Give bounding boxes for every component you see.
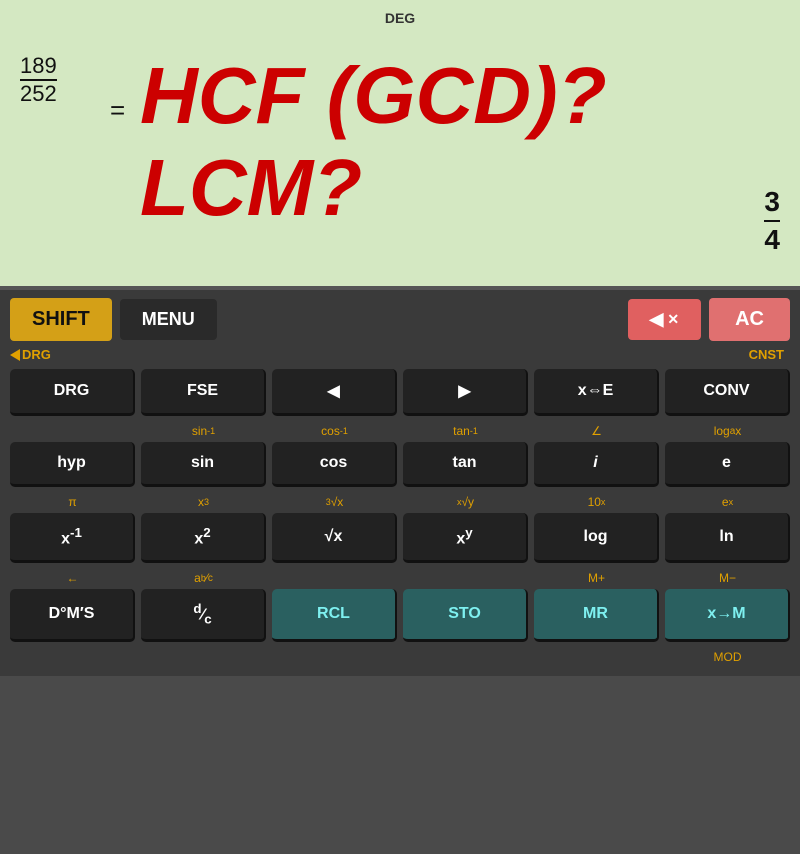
top-button-row: SHIFT MENU ◀ ✕ AC — [10, 298, 790, 341]
xtom-button[interactable]: x→M — [665, 589, 790, 642]
right-arrow-button[interactable]: ▶ — [403, 369, 528, 416]
cos-button[interactable]: cos — [272, 442, 397, 487]
calculator-display: DEG 189 252 = HCF (GCD)? LCM? 3 4 — [0, 0, 800, 290]
sublabel-empty-1 — [10, 422, 135, 440]
sublabel-empty-3 — [403, 569, 528, 587]
sqrt-button[interactable]: √x — [272, 513, 397, 563]
sublabel-empty-2 — [272, 569, 397, 587]
backspace-button[interactable]: ◀ ✕ — [628, 299, 702, 340]
button-row-4: D°M′S d⁄c RCL STO MR x→M — [10, 589, 790, 642]
sin-button[interactable]: sin — [141, 442, 266, 487]
ac-button[interactable]: AC — [709, 298, 790, 341]
main-text-line2: LCM? — [140, 142, 720, 234]
sublabel-row-2: sin-1 cos-1 tan-1 ∠ loga x — [10, 422, 790, 440]
ln-button[interactable]: ln — [665, 513, 790, 563]
corner-fraction-bottom: 4 — [764, 224, 780, 256]
button-row-3: x-1 x2 √x xy log ln — [10, 513, 790, 563]
left-arrow-button[interactable]: ◀ — [272, 369, 397, 416]
fraction-numerator: 189 — [20, 55, 57, 77]
cnst-sub-label: CNST — [749, 347, 784, 362]
sublabel-tan-inv: tan-1 — [403, 422, 528, 440]
sublabel-b5-5 — [534, 648, 659, 666]
menu-button[interactable]: MENU — [120, 299, 217, 340]
fraction-display: 189 252 — [20, 55, 57, 105]
sublabel-ex: ex — [665, 493, 790, 511]
drg-sub-label: DRG — [10, 347, 51, 362]
sublabel-row-5: MOD — [10, 648, 790, 666]
dc-button[interactable]: d⁄c — [141, 589, 266, 642]
deg-label: DEG — [385, 10, 415, 26]
conv-button[interactable]: CONV — [665, 369, 790, 416]
sublabel-row-4: ← a b⁄c M+ M− — [10, 569, 790, 587]
main-display-text: HCF (GCD)? LCM? — [140, 50, 720, 234]
sublabel-cos-inv: cos-1 — [272, 422, 397, 440]
button-row-1: DRG FSE ◀ ▶ x⇔E CONV — [10, 369, 790, 416]
sublabel-xrooty: x√y — [403, 493, 528, 511]
sublabel-x3: x3 — [141, 493, 266, 511]
sublabel-abc: a b⁄c — [141, 569, 266, 587]
e-button[interactable]: e — [665, 442, 790, 487]
sublabel-b5-2 — [141, 648, 266, 666]
sto-button[interactable]: STO — [403, 589, 528, 642]
backspace-arrow-icon: ◀ — [650, 309, 664, 330]
sub-labels-row1: DRG CNST — [10, 343, 790, 365]
equals-sign: = — [110, 95, 125, 126]
sublabel-b5-4 — [403, 648, 528, 666]
keypad: SHIFT MENU ◀ ✕ AC DRG CNST DRG FSE ◀ ▶ x… — [0, 290, 800, 676]
sublabel-b5-1 — [10, 648, 135, 666]
sublabel-mminus: M− — [665, 569, 790, 587]
rcl-button[interactable]: RCL — [272, 589, 397, 642]
drg-arrow-icon — [10, 349, 20, 361]
xy-button[interactable]: xy — [403, 513, 528, 563]
dms-button[interactable]: D°M′S — [10, 589, 135, 642]
tan-button[interactable]: tan — [403, 442, 528, 487]
sublabel-mod: MOD — [665, 648, 790, 666]
sublabel-angle: ∠ — [534, 422, 659, 440]
sublabel-left-arrow: ← — [10, 569, 135, 587]
shift-button[interactable]: SHIFT — [10, 298, 112, 341]
hyp-button[interactable]: hyp — [10, 442, 135, 487]
log-button[interactable]: log — [534, 513, 659, 563]
backspace-x-icon: ✕ — [667, 311, 679, 328]
sublabel-10x: 10x — [534, 493, 659, 511]
sublabel-b5-3 — [272, 648, 397, 666]
fraction-denominator: 252 — [20, 83, 57, 105]
xinv-button[interactable]: x-1 — [10, 513, 135, 563]
corner-fraction-line — [764, 220, 780, 222]
xeqe-button[interactable]: x⇔E — [534, 369, 659, 416]
sublabel-row-3: π x3 3√x x√y 10x ex — [10, 493, 790, 511]
xsq-button[interactable]: x2 — [141, 513, 266, 563]
sublabel-loga-x: loga x — [665, 422, 790, 440]
button-row-2: hyp sin cos tan i e — [10, 442, 790, 487]
drg-button[interactable]: DRG — [10, 369, 135, 416]
fse-button[interactable]: FSE — [141, 369, 266, 416]
sublabel-sin-inv: sin-1 — [141, 422, 266, 440]
main-text-line1: HCF (GCD)? — [140, 50, 720, 142]
corner-fraction-top: 3 — [764, 186, 780, 218]
sublabel-cbrt: 3√x — [272, 493, 397, 511]
sublabel-pi: π — [10, 493, 135, 511]
mr-button[interactable]: MR — [534, 589, 659, 642]
corner-fraction: 3 4 — [764, 186, 780, 256]
sublabel-mplus: M+ — [534, 569, 659, 587]
i-button[interactable]: i — [534, 442, 659, 487]
